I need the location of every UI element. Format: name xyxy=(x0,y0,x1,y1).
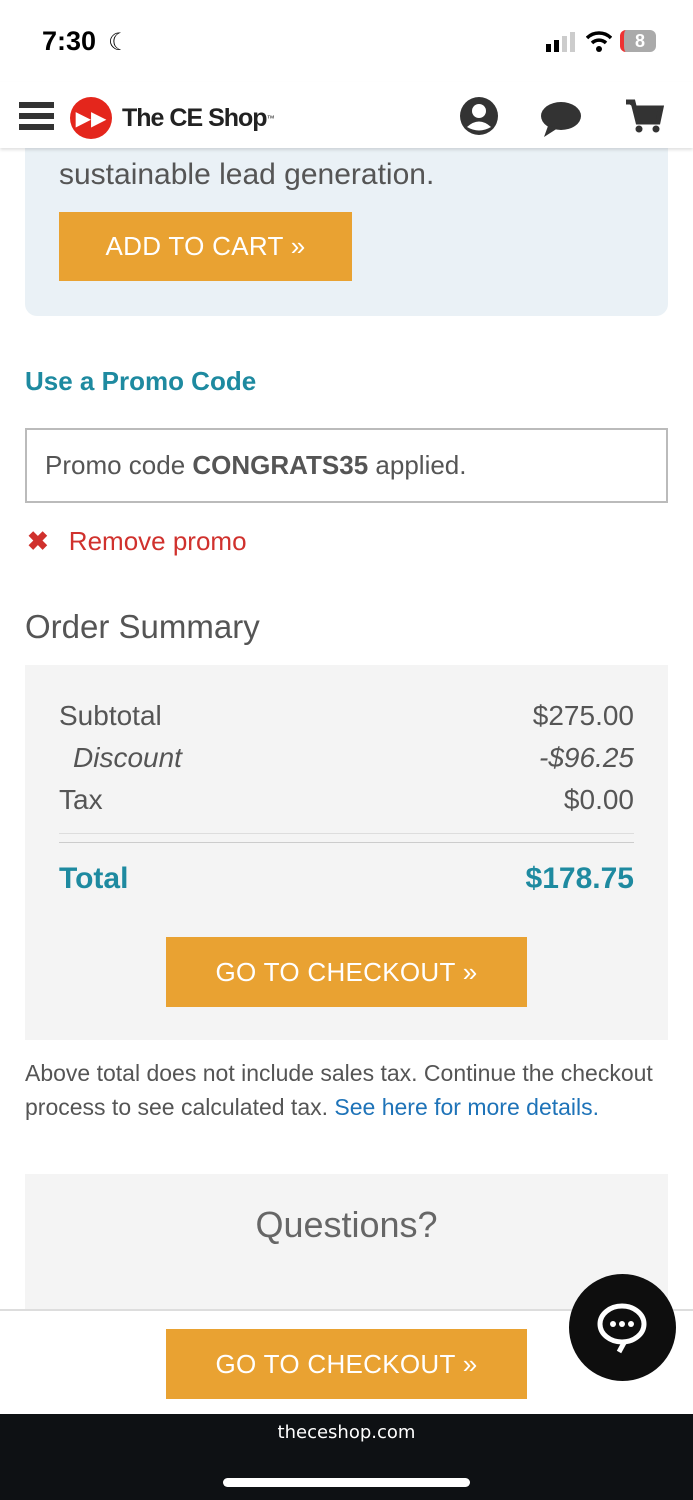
remove-promo-link[interactable]: ✖ Remove promo xyxy=(27,526,247,557)
hamburger-menu-icon[interactable] xyxy=(19,102,54,130)
logo-play-icon: ▶▶ xyxy=(70,97,112,139)
product-card: sustainable lead generation. ADD TO CART… xyxy=(25,140,668,316)
close-icon: ✖ xyxy=(27,526,49,556)
subtotal-row: Subtotal $275.00 xyxy=(59,700,634,731)
add-to-cart-button[interactable]: ADD TO CART » xyxy=(59,212,352,281)
wifi-icon xyxy=(586,31,612,52)
promo-heading[interactable]: Use a Promo Code xyxy=(25,366,256,397)
cart-icon[interactable] xyxy=(624,98,664,134)
url-label[interactable]: theceshop.com xyxy=(0,1422,693,1443)
questions-title: Questions? xyxy=(255,1204,438,1245)
divider xyxy=(59,833,634,843)
tax-note: Above total does not include sales tax. … xyxy=(25,1060,653,1120)
signal-icon xyxy=(546,32,575,52)
chat-bubble-button[interactable] xyxy=(569,1274,676,1381)
checkout-button[interactable]: GO TO CHECKOUT » xyxy=(166,937,527,1007)
chat-icon[interactable] xyxy=(540,100,582,138)
chat-dots-icon xyxy=(597,1303,647,1354)
home-indicator[interactable] xyxy=(223,1478,470,1487)
promo-field[interactable]: Promo code CONGRATS35 applied. xyxy=(25,428,668,503)
tax-row: Tax $0.00 xyxy=(59,784,634,815)
account-icon[interactable] xyxy=(459,96,499,136)
total-row: Total $178.75 xyxy=(59,862,634,895)
product-description: sustainable lead generation. xyxy=(59,158,435,191)
browser-bar: theceshop.com xyxy=(0,1414,693,1500)
sticky-checkout-button[interactable]: GO TO CHECKOUT » xyxy=(166,1329,527,1399)
order-summary: Subtotal $275.00 Discount -$96.25 Tax $0.00… xyxy=(25,665,668,1040)
logo[interactable]: ▶▶ The CE Shop ™ xyxy=(70,97,275,139)
site-header: ▶▶ The CE Shop ™ xyxy=(0,82,693,148)
details-link[interactable]: See here for more details. xyxy=(334,1094,599,1120)
moon-icon: ☾ xyxy=(108,29,130,56)
order-summary-title: Order Summary xyxy=(25,608,260,645)
discount-row: Discount -$96.25 xyxy=(73,742,634,773)
clock: 7:30 xyxy=(42,26,97,56)
status-bar: 7:30 ☾ 8 xyxy=(0,0,693,80)
battery-icon: 8 xyxy=(620,30,656,52)
